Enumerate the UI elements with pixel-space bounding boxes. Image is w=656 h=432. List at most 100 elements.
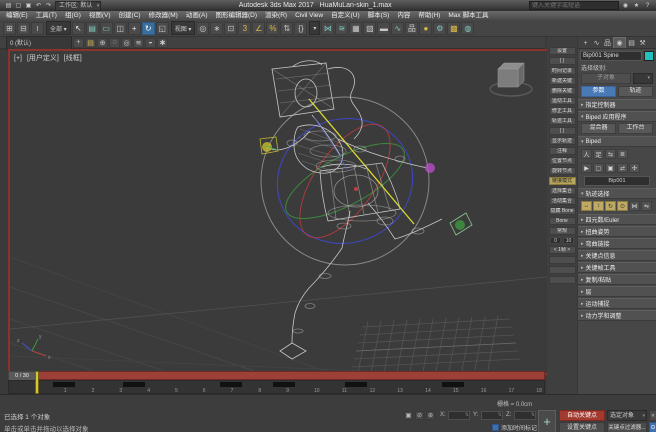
side-tool-button[interactable]	[549, 266, 576, 274]
workspace-dropdown[interactable]: 工作区: 默认	[55, 1, 101, 11]
render-production-icon[interactable]: ◍	[461, 22, 474, 35]
side-tool-button[interactable]: 删除关键	[549, 87, 576, 95]
bind-to-space-warp-icon[interactable]: ≀	[31, 22, 44, 35]
side-tool-button[interactable]: 设置	[549, 47, 576, 55]
go-to-start-button[interactable]: «	[649, 410, 656, 421]
mirror-icon[interactable]: ⋈	[321, 22, 334, 35]
open-file-icon[interactable]: ▢	[14, 2, 23, 10]
rotate-gizmo[interactable]	[261, 97, 429, 265]
side-tool-button[interactable]: 链接模式	[549, 177, 576, 185]
side-tool-button[interactable]: 新建关键	[549, 77, 576, 85]
time-slider-track[interactable]	[38, 371, 545, 380]
track-bar[interactable]: 123456789101112131415161718	[8, 380, 545, 394]
convert-icon[interactable]: ⇄	[617, 163, 628, 173]
keyframe-marker[interactable]	[273, 382, 295, 387]
key-mode-toggle[interactable]: ⊙	[649, 422, 656, 432]
side-tool-button[interactable]: 旋转节点	[549, 167, 576, 175]
named-selection-sets-icon[interactable]: {}	[294, 22, 307, 35]
set-current-layer-icon[interactable]: ◎	[121, 38, 132, 48]
create-layer-icon[interactable]: +	[73, 38, 84, 48]
use-pivot-center-icon[interactable]: ◎	[196, 22, 209, 35]
render-setup-icon[interactable]: ⚙	[433, 22, 446, 35]
time-slider-handle[interactable]	[35, 371, 39, 394]
window-crossing-icon[interactable]: ◫	[114, 22, 127, 35]
side-tool-button[interactable]: Bone	[549, 217, 576, 225]
time-slider-value[interactable]: 0 / 30	[8, 371, 36, 381]
named-selection-dropdown[interactable]: ▾	[309, 21, 320, 35]
load-file-icon[interactable]: ▢	[593, 163, 604, 173]
trajectories-button[interactable]: 轨迹	[618, 86, 653, 97]
keyframe-marker[interactable]	[53, 382, 75, 387]
viewport-pov-label[interactable]: [用户定义]	[27, 55, 59, 62]
menu-item[interactable]: 脚本(S)	[364, 11, 394, 20]
biped-name-field[interactable]: Bip001	[584, 176, 650, 186]
rollout-header[interactable]: ▾Biped	[578, 136, 656, 147]
side-tool-button[interactable]: 活动集合	[549, 197, 576, 205]
reference-coordinate-dropdown[interactable]: 视图 ▾	[171, 21, 196, 35]
footstep-mode-icon[interactable]: 足	[593, 149, 604, 159]
hide-layer-icon[interactable]: ◒	[145, 38, 156, 48]
keyboard-override-icon[interactable]: ⊡	[224, 22, 237, 35]
menu-item[interactable]: 编辑(E)	[2, 11, 32, 20]
selected-filter-dropdown[interactable]: 选定对象	[607, 410, 647, 421]
menu-item[interactable]: 修改器(M)	[145, 11, 182, 20]
z-coord-field[interactable]	[514, 411, 536, 420]
rendered-frame-icon[interactable]: ▩	[447, 22, 460, 35]
biped-app-button[interactable]: 混合器	[581, 123, 616, 134]
object-name-field[interactable]: Bip001 Spine	[580, 51, 642, 61]
undo-icon[interactable]: ↶	[34, 2, 43, 10]
symmetry-icon[interactable]: ⋈	[629, 201, 640, 211]
select-and-rotate-icon[interactable]: ↻	[142, 22, 155, 35]
curve-editor-icon[interactable]: ∿	[391, 22, 404, 35]
toggle-layer-explorer-icon[interactable]: ▧	[363, 22, 376, 35]
create-tab[interactable]: +	[580, 38, 591, 48]
toggle-scene-explorer-icon[interactable]: ▦	[349, 22, 362, 35]
x-coord-field[interactable]	[448, 411, 470, 420]
move-all-mode-icon[interactable]: ✣	[629, 163, 640, 173]
save-file-icon[interactable]: ▣	[605, 163, 616, 173]
menu-item[interactable]: 帮助(H)	[414, 11, 444, 20]
snap-toggle-3d-icon[interactable]: 3	[238, 22, 251, 35]
side-tool-button[interactable]	[549, 276, 576, 284]
menu-item[interactable]: 工具(T)	[32, 11, 61, 20]
menu-item[interactable]: 组(G)	[61, 11, 85, 20]
select-object-icon[interactable]: ↖	[72, 22, 85, 35]
body-rotation-icon[interactable]: ↻	[605, 201, 616, 211]
unlink-selection-icon[interactable]: ⊟	[17, 22, 30, 35]
redo-icon[interactable]: ↷	[44, 2, 53, 10]
viewport[interactable]: [+] [用户定义] [线框]	[8, 49, 549, 375]
menu-item[interactable]: Civil View	[291, 11, 327, 20]
side-tool-button[interactable]: 轨迹工具	[549, 117, 576, 125]
schematic-view-icon[interactable]: 品	[405, 22, 418, 35]
side-tool-button[interactable]: 常规	[549, 227, 576, 235]
help-icon[interactable]: ?	[643, 2, 652, 10]
side-tool-field[interactable]: 0	[550, 237, 561, 244]
side-tool-button[interactable]: ( )	[549, 57, 576, 65]
time-tag-icon[interactable]	[492, 424, 499, 431]
select-and-link-icon[interactable]: ⊞	[3, 22, 16, 35]
add-to-layer-icon[interactable]: ⊕	[97, 38, 108, 48]
rollout-header[interactable]: ▸复制/粘贴	[578, 274, 656, 285]
side-tool-button[interactable]: 运动工具	[549, 97, 576, 105]
rollout-header[interactable]: ▾轨迹选择	[578, 188, 656, 199]
parameters-button[interactable]: 参数	[581, 86, 616, 97]
lock-com-keying-icon[interactable]: ⊙	[617, 201, 628, 211]
selection-lock-icon[interactable]: ⊘	[415, 411, 424, 420]
motion-flow-mode-icon[interactable]: ⇆	[605, 149, 616, 159]
rollout-header[interactable]: ▸动力学和调整	[578, 310, 656, 321]
layer-dropdown[interactable]: 0 (默认)	[6, 36, 72, 50]
rollout-header[interactable]: ▸层	[578, 286, 656, 297]
object-color-swatch[interactable]	[644, 51, 654, 61]
keyframe-marker[interactable]	[442, 382, 464, 387]
percent-snap-icon[interactable]: %	[266, 22, 279, 35]
rollout-header[interactable]: ▸扭曲姿势	[578, 226, 656, 237]
body-horizontal-icon[interactable]: ↔	[581, 201, 592, 211]
menu-item[interactable]: 自定义(U)	[327, 11, 364, 20]
opposite-icon[interactable]: ⇋	[641, 201, 652, 211]
rollout-header[interactable]: ▸弯曲链接	[578, 238, 656, 249]
rectangular-selection-icon[interactable]: ▭	[100, 22, 113, 35]
isolate-selection-icon[interactable]: ▣	[404, 411, 413, 420]
key-filters-button[interactable]: 关键点过滤器...	[607, 422, 647, 432]
angle-snap-icon[interactable]: ∠	[252, 22, 265, 35]
sub-object-dropdown[interactable]: ▾	[633, 73, 653, 84]
